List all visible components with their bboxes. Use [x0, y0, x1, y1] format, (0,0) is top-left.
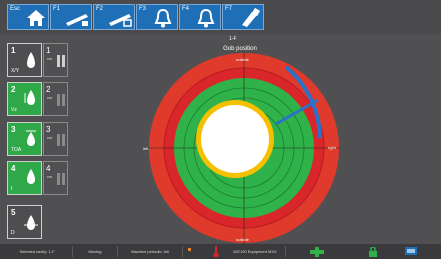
side-sub-num: 2: [46, 85, 51, 94]
chute-swap-icon: [109, 14, 132, 27]
side-sub: X/Y: [11, 68, 20, 74]
f4-button[interactable]: F4: [179, 4, 221, 30]
side-button-3[interactable]: 3 TOA: [7, 122, 42, 156]
offset-icon: [57, 173, 65, 185]
side-button-1[interactable]: 1 X/Y: [7, 43, 42, 77]
key-label: F2: [96, 6, 104, 12]
key-label: Esc: [10, 6, 21, 12]
side-button-4[interactable]: 4 t: [7, 161, 42, 195]
key-label: F7: [225, 6, 233, 12]
side-num: 5: [11, 208, 16, 217]
gob-length-icon: [27, 169, 35, 184]
side-sub: TOA: [11, 147, 22, 153]
status-dot: [188, 248, 191, 251]
label-bottom: outside: [236, 237, 249, 242]
side-sub: D: [11, 230, 15, 236]
side-sub-button-3[interactable]: 3 cm: [43, 122, 68, 156]
status-state: Moving: [73, 246, 118, 257]
key-label: F4: [182, 6, 190, 12]
f1-button[interactable]: F1: [50, 4, 92, 30]
home-icon: [27, 10, 45, 26]
status-machine: Machine periodic: full: [118, 246, 183, 257]
side-num: 1: [11, 46, 16, 55]
side-sub-num: 3: [46, 125, 51, 134]
offset-icon: [57, 134, 65, 146]
status-device: IDE100 Equipment MXX: [225, 246, 286, 257]
outer-ring: [149, 53, 339, 243]
gob-speed-icon: [24, 90, 35, 105]
f7-button[interactable]: F7: [222, 4, 264, 30]
deviation-indicator: [275, 98, 319, 126]
side-sub-unit: cm: [47, 174, 53, 179]
label-top: outside: [236, 57, 249, 62]
display-icon[interactable]: [405, 247, 417, 257]
lock-icon[interactable]: [368, 247, 378, 257]
gob-outline: [196, 100, 274, 178]
side-sub-button-4[interactable]: 4 cm: [43, 161, 68, 195]
side-sub: t: [11, 186, 13, 192]
key-label: F1: [53, 6, 61, 12]
section-id: 1-F: [229, 36, 237, 42]
side-sub-button-2[interactable]: 2 cm: [43, 82, 68, 116]
chart-title: Gob position: [223, 46, 257, 52]
side-num: 4: [11, 164, 16, 173]
bell-ack-icon: [197, 8, 215, 28]
key-label: F3: [139, 6, 147, 12]
side-sub-button-1[interactable]: 1 cm: [43, 43, 68, 77]
inner-ring: [174, 78, 314, 218]
bell-icon: [154, 8, 172, 28]
side-num: 3: [11, 125, 16, 134]
gob: [201, 105, 269, 173]
side-sub-num: 1: [46, 46, 51, 55]
side-sub-unit: cm: [47, 95, 53, 100]
side-sub-unit: cm: [47, 135, 53, 140]
chute-icon: [66, 14, 88, 26]
gob-drop-icon: [27, 52, 35, 68]
deviation-arc: [284, 65, 322, 139]
side-button-5[interactable]: 5 D: [7, 205, 42, 239]
side-sub-unit: cm: [47, 56, 53, 61]
side-button-2[interactable]: 2 Vz: [7, 82, 42, 116]
offset-icon: [57, 94, 65, 106]
f2-button[interactable]: F2: [93, 4, 135, 30]
home-button[interactable]: Esc: [7, 4, 49, 30]
status-selected: Selected cavity: 1-F: [2, 246, 73, 257]
thermometer-icon: [213, 246, 219, 258]
label-left: left: [143, 146, 149, 151]
gob-time-icon: [26, 130, 36, 146]
gob-diameter-icon: [24, 215, 38, 230]
side-num: 2: [11, 85, 16, 94]
side-sub-num: 4: [46, 164, 51, 173]
cross-status-icon[interactable]: [310, 247, 324, 257]
side-sub: Vz: [11, 107, 17, 113]
wrench-icon: [242, 8, 261, 27]
f3-button[interactable]: F3: [136, 4, 178, 30]
label-right: right: [328, 145, 336, 150]
offset-icon: [57, 55, 65, 67]
